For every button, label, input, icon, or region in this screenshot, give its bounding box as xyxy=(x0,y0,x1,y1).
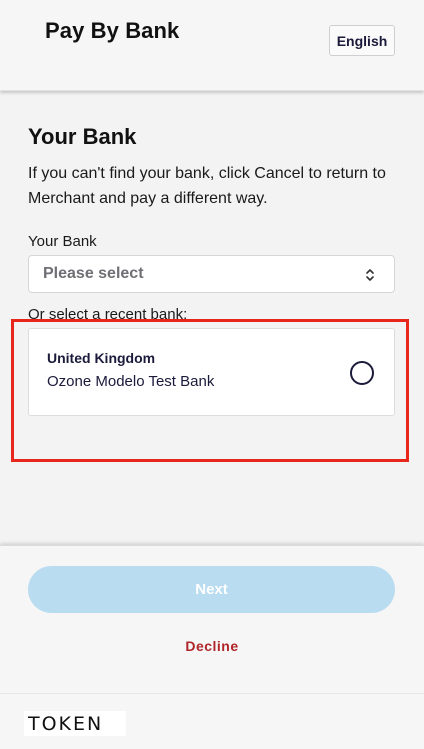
bank-field-label: Your Bank xyxy=(28,233,97,250)
token-logo: TOKEN xyxy=(24,711,126,736)
language-button[interactable]: English xyxy=(329,25,395,56)
radio-unselected-icon[interactable] xyxy=(350,361,374,385)
recent-bank-card[interactable]: United Kingdom Ozone Modelo Test Bank xyxy=(28,328,395,416)
next-button[interactable]: Next xyxy=(28,566,395,613)
brand-bar: TOKEN xyxy=(0,693,424,749)
section-title: Your Bank xyxy=(28,124,137,149)
bank-select[interactable]: Please select xyxy=(28,255,395,293)
app-title: Pay By Bank xyxy=(45,18,180,43)
bank-select-placeholder: Please select xyxy=(43,265,144,282)
recent-bank-label: Or select a recent bank: xyxy=(28,306,188,323)
app-header: Pay By Bank English xyxy=(0,0,424,91)
decline-link[interactable]: Decline xyxy=(0,638,424,654)
instructions-text: If you can't find your bank, click Cance… xyxy=(28,165,386,207)
bank-country: United Kingdom xyxy=(47,350,156,366)
chevron-up-down-icon xyxy=(364,267,376,283)
footer-actions: Next Decline xyxy=(0,545,424,694)
bank-name: Ozone Modelo Test Bank xyxy=(47,373,215,390)
